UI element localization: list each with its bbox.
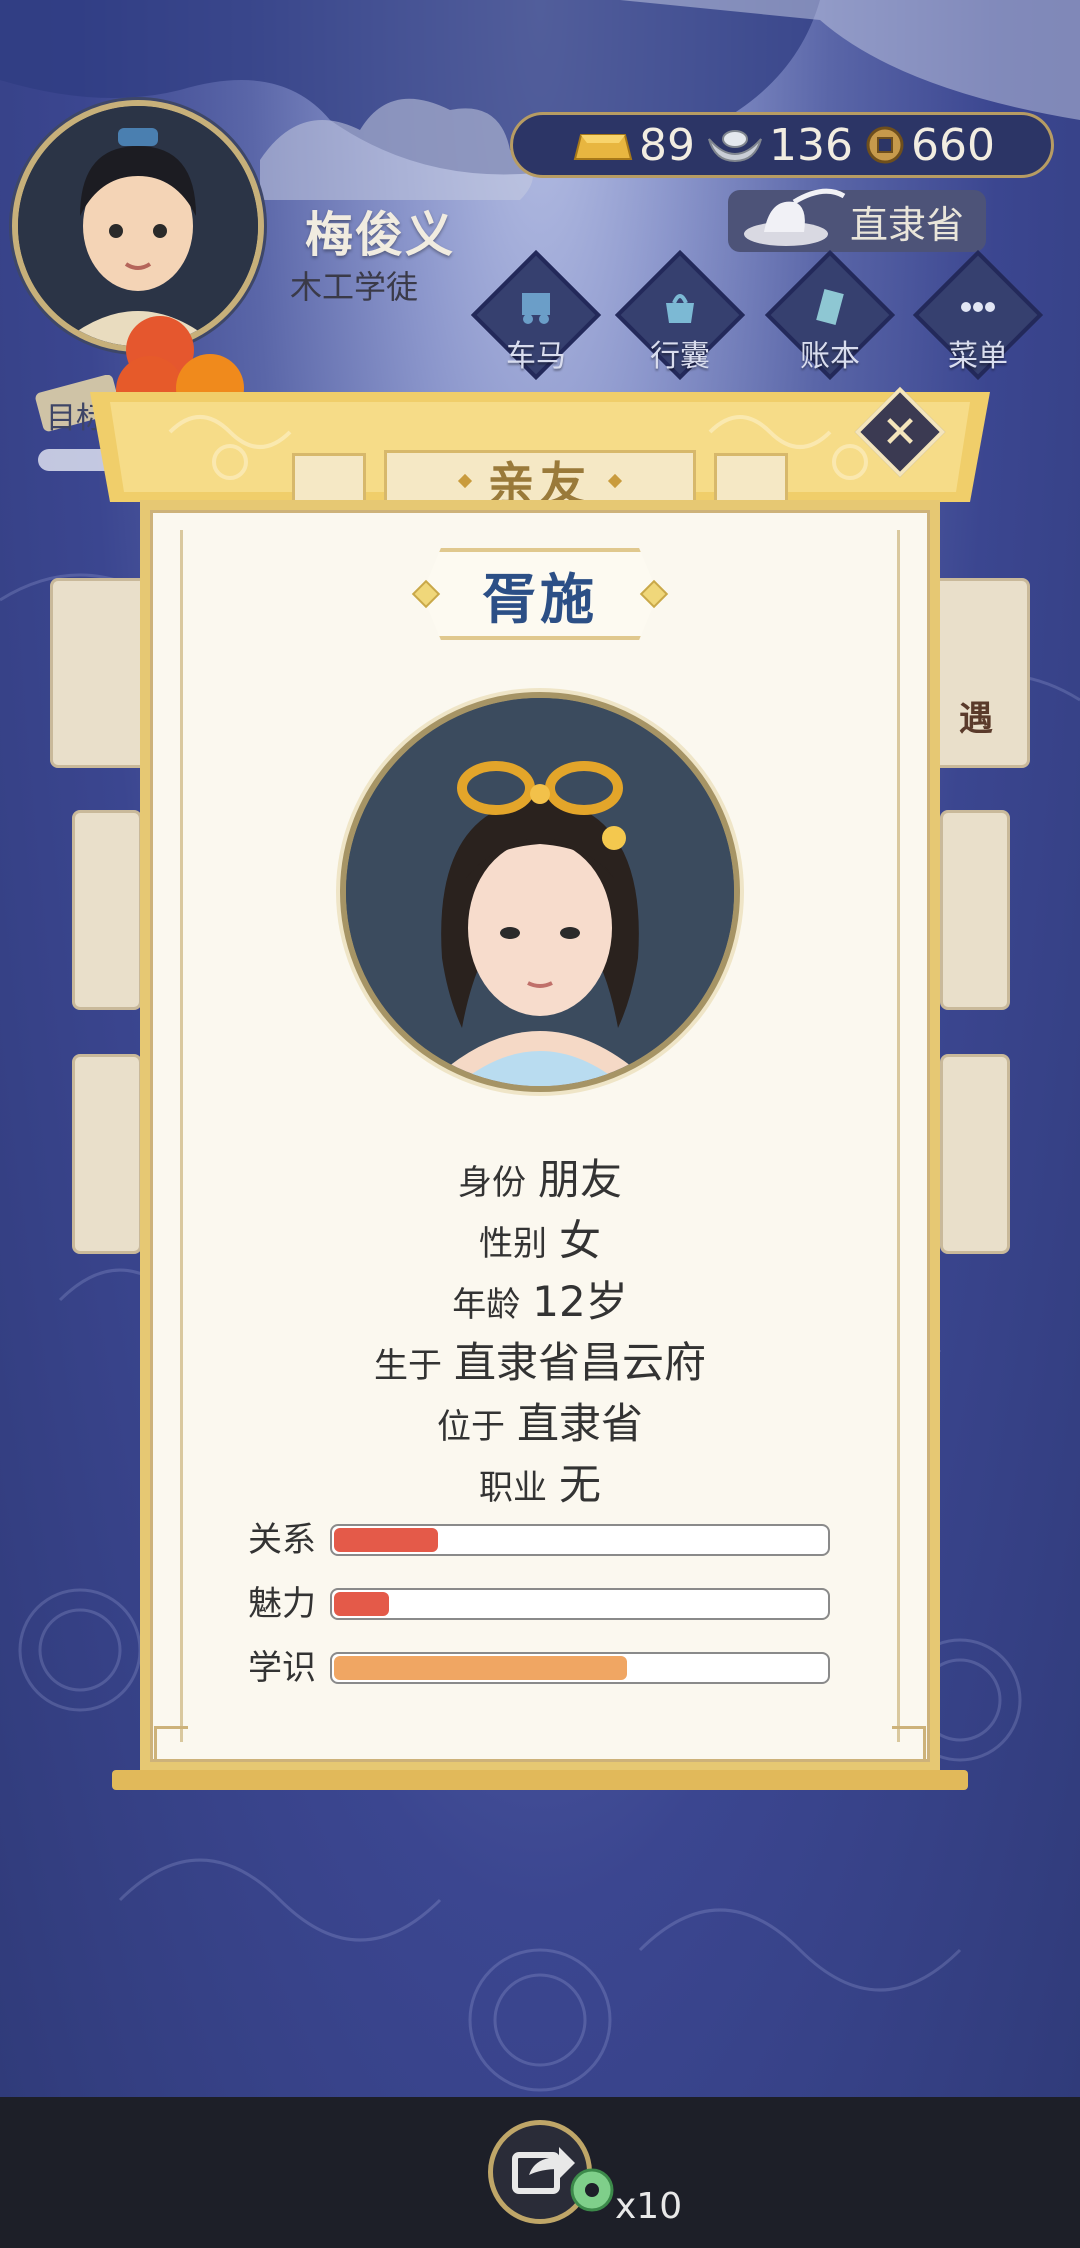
info-key: 身份 — [457, 1163, 526, 1203]
nav-bag-button[interactable]: 行囊 — [614, 249, 746, 381]
stat-relationship: 关系 — [248, 1520, 830, 1560]
background-card — [72, 1054, 142, 1254]
coin-currency: 660 — [865, 120, 995, 171]
nav-ledger-button[interactable]: 账本 — [764, 249, 896, 381]
info-key: 位于 — [436, 1407, 505, 1447]
nav-carriage-label: 车马 — [506, 339, 566, 374]
location-label: 直隶省 — [849, 202, 964, 247]
character-portrait — [340, 692, 740, 1092]
info-identity: 身份 朋友 — [140, 1146, 940, 1207]
info-value: 直隶省 — [516, 1399, 643, 1448]
corner-ornament — [154, 1726, 188, 1760]
character-name: 胥施 — [482, 567, 598, 631]
info-key: 性别 — [478, 1224, 547, 1264]
copper-coin-icon — [866, 126, 904, 164]
location-button[interactable]: 直隶省 — [728, 188, 986, 252]
game-screen: 梅俊义 木工学徒 89 136 660 直隶省 车马 行囊 账本 菜单 目标 遇… — [0, 0, 1080, 2248]
info-key: 生于 — [373, 1346, 442, 1386]
info-value: 无 — [558, 1460, 601, 1509]
background-card — [940, 1054, 1010, 1254]
background-card-text: 遇 — [959, 699, 993, 739]
nav-bag-label: 行囊 — [650, 339, 710, 374]
info-value: 直隶省昌云府 — [453, 1338, 706, 1387]
info-key: 年龄 — [452, 1285, 521, 1325]
stat-label: 关系 — [248, 1520, 316, 1560]
info-age: 年龄 12岁 — [140, 1268, 940, 1329]
share-reward-count: x10 — [615, 2186, 683, 2227]
modal-paper — [140, 500, 940, 1772]
close-icon: ✕ — [881, 406, 919, 458]
currency-bar: 89 136 660 — [510, 112, 1054, 178]
gold-bar-icon — [573, 134, 633, 160]
silver-ingot-icon — [708, 130, 762, 163]
ledger-icon — [816, 288, 844, 326]
player-name: 梅俊义 — [305, 207, 456, 263]
info-occupation: 职业无 — [140, 1451, 940, 1512]
coin-value: 660 — [910, 119, 995, 171]
stat-bar-track — [330, 1588, 830, 1620]
nav-menu-button[interactable]: 菜单 — [912, 249, 1044, 381]
traveler-hat-icon — [744, 188, 846, 246]
girl-portrait-icon — [346, 698, 734, 1086]
modal-bottom-rod — [112, 1770, 968, 1790]
background-card — [940, 810, 1010, 1010]
info-key: 职业 — [478, 1468, 547, 1508]
info-value: 朋友 — [537, 1155, 622, 1204]
corner-ornament — [892, 1726, 926, 1760]
silver-currency: 136 — [707, 120, 853, 171]
stat-bar-fill — [334, 1592, 389, 1616]
gold-value: 89 — [639, 119, 695, 171]
info-birthplace: 生于 直隶省昌云府 — [140, 1329, 940, 1390]
stat-label: 学识 — [248, 1648, 316, 1688]
menu-dots-icon — [961, 302, 995, 312]
info-value: 女 — [558, 1216, 601, 1265]
background-card — [72, 810, 142, 1010]
nav-carriage-button[interactable]: 车马 — [470, 249, 602, 381]
character-name-plate: 胥施 — [411, 548, 669, 640]
info-gender: 性别女 — [140, 1207, 940, 1268]
nav-menu-label: 菜单 — [948, 339, 1008, 374]
stat-label: 魅力 — [248, 1584, 316, 1624]
stat-bar-fill — [334, 1656, 627, 1680]
carriage-icon — [522, 293, 550, 324]
stat-bar-track — [330, 1652, 830, 1684]
stat-charm: 魅力 — [248, 1584, 830, 1624]
stat-bar-fill — [334, 1528, 439, 1552]
jade-coin-icon — [570, 2168, 614, 2212]
silver-value: 136 — [769, 119, 853, 171]
player-title: 木工学徒 — [290, 268, 419, 306]
stat-bar-track — [330, 1524, 830, 1556]
bag-icon — [666, 294, 694, 323]
info-location: 位于 直隶省 — [140, 1390, 940, 1451]
nav-ledger-label: 账本 — [800, 339, 860, 374]
stat-knowledge: 学识 — [248, 1648, 830, 1688]
gold-currency: 89 — [573, 120, 695, 171]
info-value: 12岁 — [532, 1277, 628, 1326]
